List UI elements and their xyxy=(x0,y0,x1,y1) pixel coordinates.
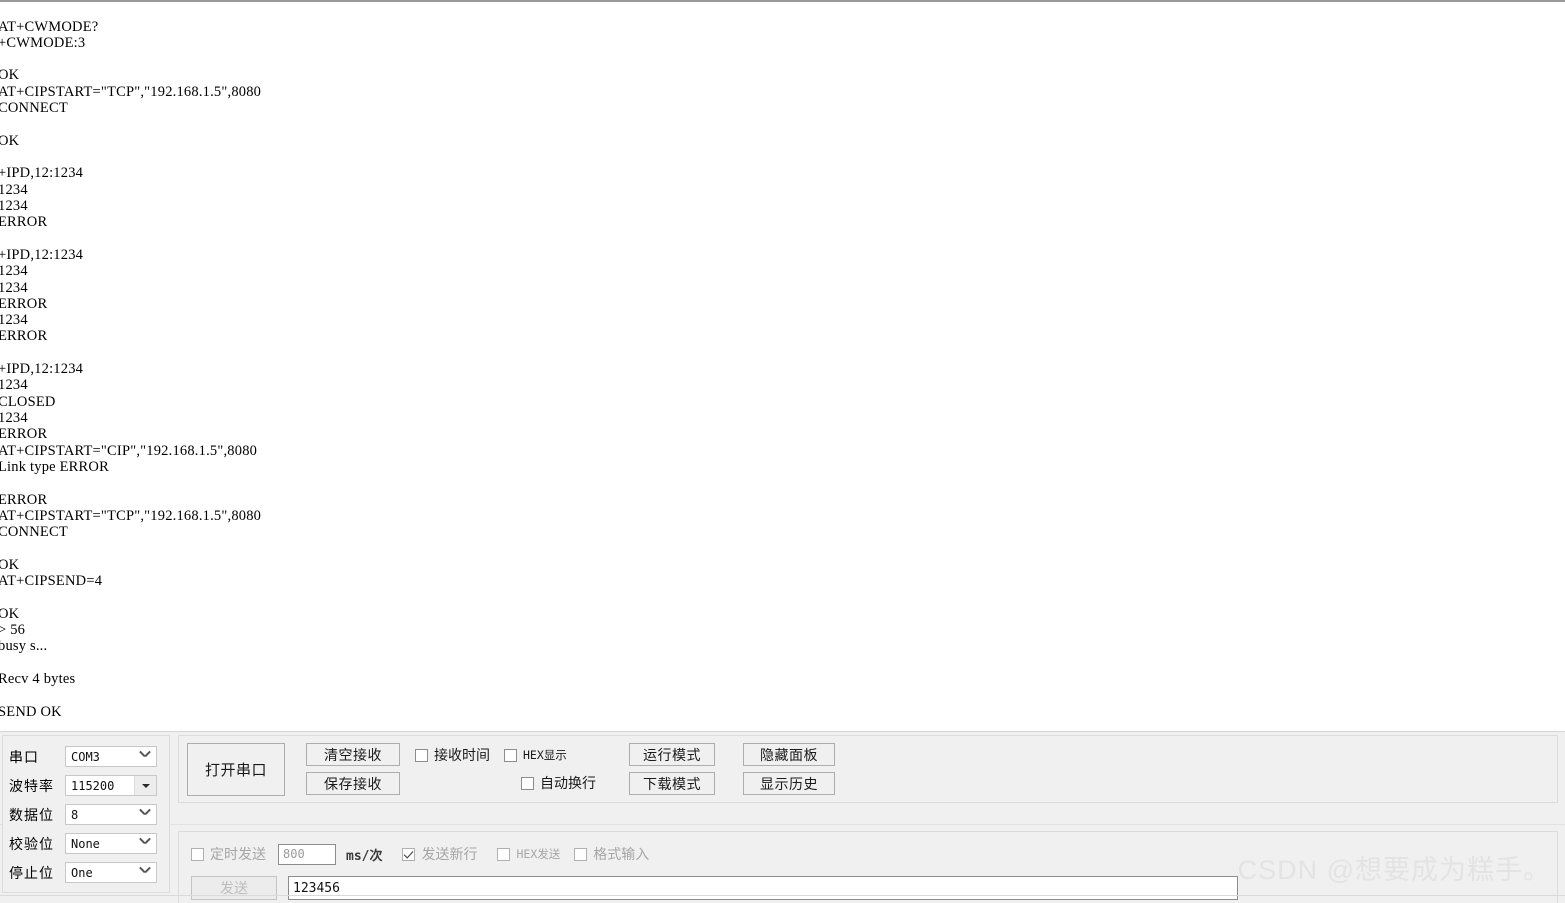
label-baudrate: 波特率 xyxy=(9,777,54,794)
parity-value: None xyxy=(71,836,100,851)
panel-buttons-column: 隐藏面板 显示历史 xyxy=(743,743,835,795)
hex-send-label: HEX发送 xyxy=(516,847,561,861)
save-receive-button[interactable]: 保存接收 xyxy=(306,772,400,795)
actions-toolbar: 打开串口 清空接收 保存接收 接收时间 HEX显示 自动换行 运行模式 下载模式… xyxy=(178,735,1558,803)
send-interval-unit-label: ms/次 xyxy=(346,848,383,864)
baudrate-value: 115200 xyxy=(71,778,115,793)
send-text-value: 123456 xyxy=(293,880,340,896)
setting-row-stopbits: 停止位 One xyxy=(3,858,169,887)
label-databits: 数据位 xyxy=(9,806,54,823)
send-interval-value: 800 xyxy=(283,847,305,861)
receive-options-row-2: 自动换行 xyxy=(415,773,615,793)
format-input-label: 格式输入 xyxy=(593,846,650,862)
chevron-down-icon xyxy=(140,809,149,818)
open-serial-port-button[interactable]: 打开串口 xyxy=(187,742,285,796)
setting-row-parity: 校验位 None xyxy=(3,829,169,858)
show-history-button[interactable]: 显示历史 xyxy=(743,772,835,795)
hex-display-label: HEX显示 xyxy=(523,748,567,762)
label-port: 串口 xyxy=(9,748,39,765)
port-value: COM3 xyxy=(71,749,100,764)
serial-settings-group: 串口 COM3 波特率 115200 数据位 8 校验位 None 停止位 On… xyxy=(2,735,170,893)
actions-area: 打开串口 清空接收 保存接收 接收时间 HEX显示 自动换行 运行模式 下载模式… xyxy=(178,735,1558,803)
label-parity: 校验位 xyxy=(9,835,54,852)
chevron-down-icon xyxy=(140,751,149,760)
chevron-down-icon xyxy=(140,867,149,876)
receive-time-checkbox[interactable] xyxy=(415,748,428,762)
send-interval-input[interactable]: 800 xyxy=(278,843,336,865)
receive-time-label: 接收时间 xyxy=(434,747,490,763)
receive-options-column: 接收时间 HEX显示 自动换行 xyxy=(415,745,615,793)
chevron-down-icon xyxy=(140,838,149,847)
hex-display-checkbox[interactable] xyxy=(504,748,517,762)
receive-log-area[interactable]: AT+CWMODE? +CWMODE:3 OK AT+CIPSTART="TCP… xyxy=(0,0,1565,731)
databits-value: 8 xyxy=(71,807,79,822)
clear-receive-button[interactable]: 清空接收 xyxy=(306,743,400,766)
setting-row-port: 串口 COM3 xyxy=(3,742,169,771)
databits-combobox[interactable]: 8 xyxy=(65,804,157,825)
port-combobox[interactable]: COM3 xyxy=(65,746,157,767)
hex-send-checkbox[interactable] xyxy=(497,847,511,861)
bottom-divider xyxy=(0,895,1565,896)
hide-panel-button[interactable]: 隐藏面板 xyxy=(743,743,835,766)
receive-log-text: AT+CWMODE? +CWMODE:3 OK AT+CIPSTART="TCP… xyxy=(0,18,262,720)
download-mode-button[interactable]: 下载模式 xyxy=(629,772,715,795)
label-stopbits: 停止位 xyxy=(9,864,54,881)
auto-wrap-label: 自动换行 xyxy=(540,775,596,791)
control-panel: 串口 COM3 波特率 115200 数据位 8 校验位 None 停止位 On… xyxy=(0,731,1565,903)
send-text-input[interactable]: 123456 xyxy=(288,876,1238,900)
setting-row-databits: 数据位 8 xyxy=(3,800,169,829)
receive-options-row-1: 接收时间 HEX显示 xyxy=(415,745,615,765)
stopbits-value: One xyxy=(71,865,93,880)
send-newline-checkbox[interactable] xyxy=(402,847,416,861)
format-input-checkbox[interactable] xyxy=(574,847,588,861)
csdn-watermark: CSDN @想要成为糕手。 xyxy=(1237,855,1551,885)
send-button[interactable]: 发送 xyxy=(191,876,277,900)
timed-send-label: 定时发送 xyxy=(210,846,266,862)
receive-buttons-column: 清空接收 保存接收 xyxy=(306,743,400,795)
serial-terminal-app: AT+CWMODE? +CWMODE:3 OK AT+CIPSTART="TCP… xyxy=(0,0,1565,903)
setting-row-baudrate: 波特率 115200 xyxy=(3,771,169,800)
baudrate-combobox[interactable]: 115200 xyxy=(65,775,157,796)
parity-combobox[interactable]: None xyxy=(65,833,157,854)
mode-buttons-column: 运行模式 下载模式 xyxy=(629,743,715,795)
send-newline-label: 发送新行 xyxy=(421,846,478,862)
run-mode-button[interactable]: 运行模式 xyxy=(629,743,715,766)
auto-wrap-checkbox[interactable] xyxy=(521,776,534,790)
settings-and-actions-strip: 串口 COM3 波特率 115200 数据位 8 校验位 None 停止位 On… xyxy=(0,732,1565,893)
triangle-down-icon[interactable] xyxy=(134,776,156,795)
timed-send-checkbox[interactable] xyxy=(191,847,204,861)
stopbits-combobox[interactable]: One xyxy=(65,862,157,883)
